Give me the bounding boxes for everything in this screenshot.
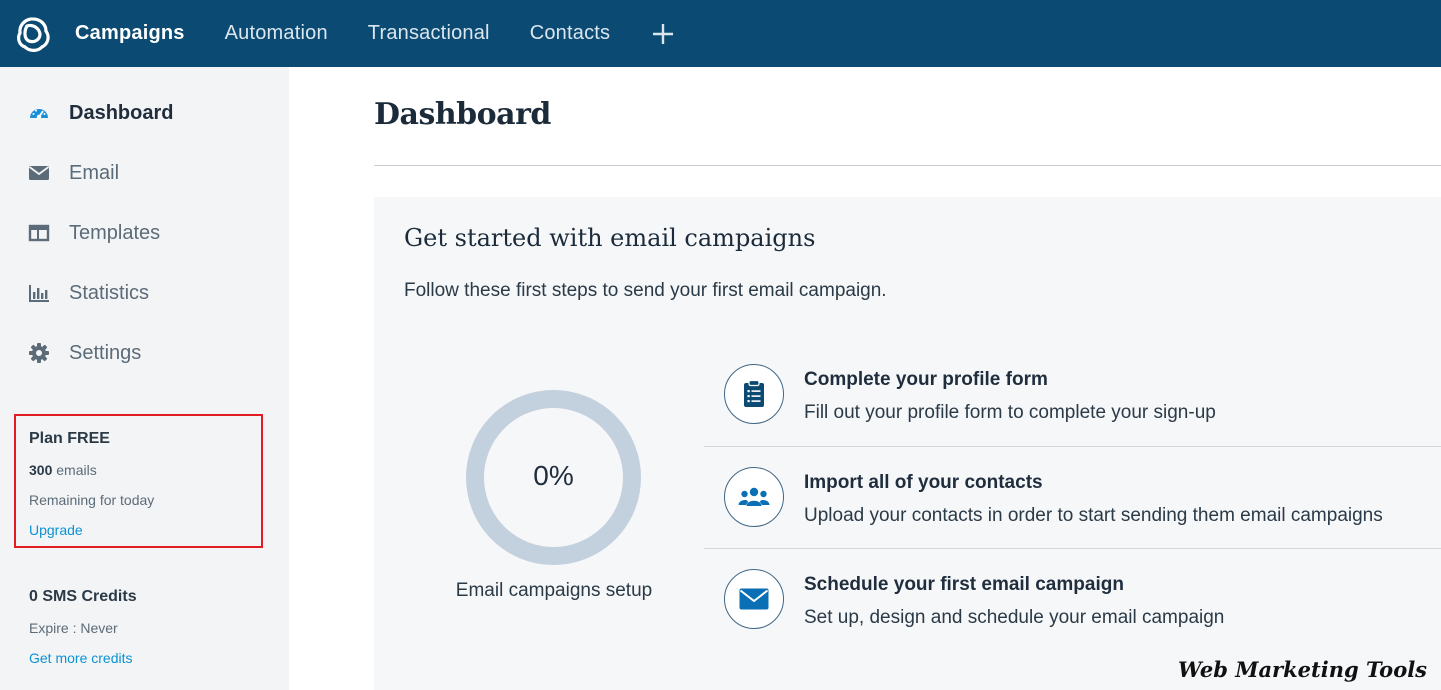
plan-email-number: 300	[29, 462, 53, 478]
sidebar-item-label: Dashboard	[69, 101, 174, 124]
card-subtitle: Follow these first steps to send your fi…	[404, 280, 887, 301]
sidebar: Dashboard Email Templates Statistics Set…	[0, 67, 289, 690]
step-description: Upload your contacts in order to start s…	[804, 505, 1383, 526]
step-schedule-campaign[interactable]: Schedule your first email campaign Set u…	[704, 567, 1441, 669]
plus-icon	[653, 23, 674, 44]
top-nav-bar: Campaigns Automation Transactional Conta…	[0, 0, 1441, 67]
bar-chart-icon	[28, 282, 50, 304]
sidebar-item-label: Templates	[69, 221, 161, 244]
sidebar-item-label: Email	[69, 161, 120, 184]
sidebar-item-settings[interactable]: Settings	[28, 338, 141, 368]
envelope-icon	[724, 569, 784, 629]
gauge-icon	[28, 102, 50, 124]
sendinblue-logo-icon[interactable]	[13, 14, 53, 54]
nav-automation[interactable]: Automation	[225, 22, 328, 45]
upgrade-link[interactable]: Upgrade	[29, 522, 83, 538]
layout-icon	[28, 222, 50, 244]
get-started-card: Get started with email campaigns Follow …	[374, 197, 1441, 690]
nav-contacts[interactable]: Contacts	[530, 22, 611, 45]
watermark-text: Web Marketing Tools	[1177, 657, 1427, 682]
nav-campaigns[interactable]: Campaigns	[75, 22, 185, 45]
step-title: Schedule your first email campaign	[804, 574, 1124, 595]
title-divider	[374, 165, 1441, 166]
step-profile-form[interactable]: Complete your profile form Fill out your…	[704, 362, 1441, 464]
sidebar-item-templates[interactable]: Templates	[28, 218, 160, 248]
progress-percentage: 0%	[533, 460, 574, 491]
sms-expire: Expire : Never	[29, 620, 118, 636]
sidebar-item-statistics[interactable]: Statistics	[28, 278, 149, 308]
get-more-credits-link[interactable]: Get more credits	[29, 650, 132, 666]
page-title: Dashboard	[374, 97, 551, 132]
sidebar-item-email[interactable]: Email	[28, 158, 119, 188]
step-title: Import all of your contacts	[804, 472, 1043, 493]
users-icon	[724, 467, 784, 527]
plan-title: Plan FREE	[29, 430, 110, 447]
plan-box: Plan FREE 300 emails Remaining for today…	[14, 414, 263, 548]
step-import-contacts[interactable]: Import all of your contacts Upload your …	[704, 465, 1441, 567]
card-title: Get started with email campaigns	[404, 224, 816, 252]
progress-label: Email campaigns setup	[455, 580, 653, 601]
sidebar-item-label: Settings	[69, 341, 142, 364]
step-description: Set up, design and schedule your email c…	[804, 607, 1225, 628]
sidebar-item-label: Statistics	[69, 281, 150, 304]
sidebar-item-dashboard[interactable]: Dashboard	[28, 98, 173, 128]
sms-credits-title: 0 SMS Credits	[29, 588, 137, 605]
add-nav-button[interactable]	[652, 18, 674, 50]
plan-email-count: 300 emails	[29, 462, 97, 478]
step-divider	[704, 446, 1441, 447]
envelope-icon	[28, 162, 50, 184]
clipboard-icon	[724, 364, 784, 424]
plan-remaining: Remaining for today	[29, 492, 155, 508]
nav-transactional[interactable]: Transactional	[368, 22, 490, 45]
plan-email-unit: emails	[52, 462, 97, 478]
step-description: Fill out your profile form to complete y…	[804, 402, 1216, 423]
gear-icon	[28, 342, 50, 364]
step-title: Complete your profile form	[804, 369, 1048, 390]
step-divider	[704, 548, 1441, 549]
